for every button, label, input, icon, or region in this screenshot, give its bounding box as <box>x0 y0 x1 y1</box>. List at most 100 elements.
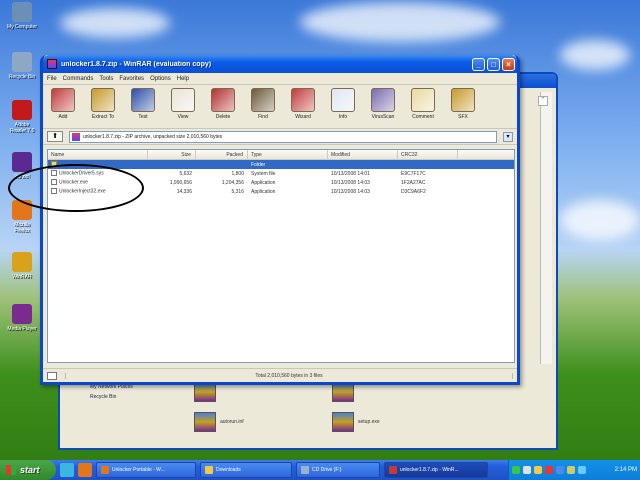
tray-icon[interactable] <box>545 466 553 474</box>
menu-file[interactable]: File <box>47 76 57 82</box>
start-button[interactable]: start <box>0 460 56 480</box>
file-icon <box>51 188 57 195</box>
status-text: Total 2,010,560 bytes in 3 files <box>65 372 513 379</box>
tray-icon[interactable] <box>567 466 575 474</box>
taskbar-button[interactable]: Unlocker Portable - W... <box>96 462 196 478</box>
explorer-file[interactable] <box>194 382 220 402</box>
toolbar-label: Add <box>58 114 68 120</box>
address-field[interactable]: unlocker1.8.7.zip - ZIP archive, unpacke… <box>69 130 497 143</box>
explorer-file[interactable]: autorun.inf <box>194 412 244 432</box>
cell-modified: 10/13/2008 14:03 <box>331 179 370 186</box>
desktop-icon[interactable]: Media Player <box>6 304 38 332</box>
toolbar-add-button[interactable]: Add <box>47 88 79 120</box>
menu-options[interactable]: Options <box>150 76 171 82</box>
file-icon <box>332 412 354 432</box>
close-button[interactable]: × <box>502 57 515 71</box>
extract-to-icon <box>91 88 115 112</box>
column-header-packed[interactable]: Packed <box>196 150 248 159</box>
toolbar-virus-scan-button[interactable]: VirusScan <box>367 88 399 120</box>
toolbar-extract-to-button[interactable]: Extract To <box>87 88 119 120</box>
column-header-size[interactable]: Size <box>148 150 196 159</box>
table-row[interactable]: UnlockerInject32.exe 14,336 5,316 Applicati… <box>48 187 514 196</box>
menu-favorites[interactable]: Favorites <box>119 76 144 82</box>
column-header-type[interactable]: Type <box>248 150 328 159</box>
desktop-icon-label: Media Player <box>7 326 37 332</box>
address-dropdown-button[interactable]: ▾ <box>503 131 513 142</box>
chevron-up-icon[interactable]: ⌃ <box>538 96 548 106</box>
yahoo-icon <box>12 152 32 172</box>
taskbar-button[interactable]: Downloads <box>200 462 292 478</box>
tray-icon[interactable] <box>534 466 542 474</box>
column-header-modified[interactable]: Modified <box>328 150 398 159</box>
menu-commands[interactable]: Commands <box>63 76 94 82</box>
toolbar-test-button[interactable]: Test <box>127 88 159 120</box>
sfx-icon <box>451 88 475 112</box>
desktop-icon[interactable]: Mozilla Firefox <box>6 200 38 234</box>
taskbar-button[interactable]: CD Drive (F:) <box>296 462 380 478</box>
desktop-icon[interactable]: Yahoo! <box>6 152 38 180</box>
toolbar-info-button[interactable]: Info <box>327 88 359 120</box>
task-icon <box>389 466 397 474</box>
cell-size: 5,632 <box>179 170 192 177</box>
desktop-icon[interactable]: Adobe Reader 7.0 <box>6 100 38 134</box>
browser-quicklaunch-icon[interactable] <box>78 463 92 477</box>
taskbar: start Unlocker Portable - W... Downloads C… <box>0 460 640 480</box>
desktop-icon-label: Yahoo! <box>14 174 30 180</box>
toolbar-wizard-button[interactable]: Wizard <box>287 88 319 120</box>
file-list[interactable]: Name Size Packed Type Modified CRC32 .. Folder… <box>47 149 515 363</box>
cell-type: System file <box>251 170 276 177</box>
background-window-scrollbar[interactable] <box>540 92 552 364</box>
maximize-button[interactable]: □ <box>487 57 500 71</box>
menu-tools[interactable]: Tools <box>99 76 113 82</box>
toolbar-comment-button[interactable]: Comment <box>407 88 439 120</box>
show-desktop-icon[interactable] <box>60 463 74 477</box>
column-header-crc32[interactable]: CRC32 <box>398 150 458 159</box>
tray-icon[interactable] <box>578 466 586 474</box>
table-row[interactable]: Unlocker.exe 1,990,656 1,204,356 Applicatio… <box>48 178 514 187</box>
virus-scan-icon <box>371 88 395 112</box>
toolbar-label: Info <box>338 114 348 120</box>
toolbar-delete-button[interactable]: Delete <box>207 88 239 120</box>
cell-name: UnlockerInject32.exe <box>48 188 148 195</box>
menu-help[interactable]: Help <box>177 76 189 82</box>
cell-packed: 5,316 <box>231 188 244 195</box>
adobe-reader-icon <box>12 100 32 120</box>
file-name: UnlockerDriver5.sys <box>59 170 104 177</box>
toolbar-sfx-button[interactable]: SFX <box>447 88 479 120</box>
cell-name: Unlocker.exe <box>48 179 148 186</box>
status-bar: Total 2,010,560 bytes in 3 files <box>43 368 517 382</box>
task-label: Downloads <box>216 467 241 473</box>
up-folder-button[interactable]: ⬆ <box>47 131 63 142</box>
side-item-recycle[interactable]: Recycle Bin <box>90 394 116 400</box>
cell-size: 14,336 <box>176 188 192 195</box>
desktop-icon[interactable]: WinRAR <box>6 252 38 280</box>
task-icon <box>101 466 109 474</box>
minimize-button[interactable]: _ <box>472 57 485 71</box>
desktop-icon-label: Adobe Reader 7.0 <box>9 122 35 134</box>
folder-icon <box>51 161 57 168</box>
column-header-name[interactable]: Name <box>48 150 148 159</box>
toolbar-view-button[interactable]: View <box>167 88 199 120</box>
delete-icon <box>211 88 235 112</box>
winrar-window[interactable]: unlocker1.8.7.zip - WinRAR (evaluation c… <box>40 55 520 385</box>
cell-packed: 1,204,356 <box>221 179 244 186</box>
winrar-icon <box>47 59 57 69</box>
drive-icon[interactable] <box>47 371 57 380</box>
toolbar-label: Delete <box>215 114 231 120</box>
tray-icon[interactable] <box>512 466 520 474</box>
toolbar-find-button[interactable]: Find <box>247 88 279 120</box>
desktop-icon[interactable]: Recycle Bin <box>6 52 38 80</box>
desktop-icon[interactable]: My Computer <box>6 2 38 30</box>
table-row[interactable]: UnlockerDriver5.sys 5,632 1,800 System file… <box>48 169 514 178</box>
file-name: .. <box>59 161 62 168</box>
task-label: Unlocker Portable - W... <box>112 467 165 473</box>
window-titlebar[interactable]: unlocker1.8.7.zip - WinRAR (evaluation c… <box>43 55 517 73</box>
explorer-file[interactable]: setup.exe <box>332 412 380 432</box>
explorer-file[interactable] <box>332 382 358 402</box>
tray-icon[interactable] <box>556 466 564 474</box>
cell-name: UnlockerDriver5.sys <box>48 170 148 177</box>
tray-icon[interactable] <box>523 466 531 474</box>
table-row[interactable]: .. Folder <box>48 160 514 169</box>
taskbar-button[interactable]: unlocker1.8.7.zip - WinR... <box>384 462 488 478</box>
desktop-icon-label: WinRAR <box>12 274 32 280</box>
